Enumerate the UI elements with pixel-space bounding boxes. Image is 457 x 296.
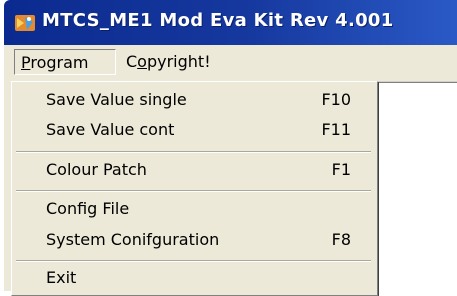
menu-program[interactable]: Program [14,49,116,75]
menu-copyright[interactable]: Copyright! [120,49,240,75]
menu-copyright-rest: pyright! [146,52,211,71]
menu-item-system-configuration[interactable]: System Conifguration F8 [14,227,373,253]
menu-program-accel: P [21,53,31,72]
menu-item-shortcut: F11 [321,120,351,139]
menu-item-label: Exit [46,268,77,287]
menu-item-save-value-single[interactable]: Save Value single F10 [14,87,373,113]
menu-copyright-accel: o [137,52,147,71]
window-frame [4,81,11,291]
menu-item-label: Save Value single [46,90,187,109]
menu-item-exit[interactable]: Exit [14,265,373,291]
title-bar[interactable]: MTCS_ME1 Mod Eva Kit Rev 4.001 [4,0,457,45]
menu-item-label: Colour Patch [46,160,147,179]
menu-item-label: Save Value cont [46,120,175,139]
menu-copyright-pre: C [126,52,138,71]
menu-separator [16,260,371,262]
menu-item-shortcut: F1 [331,160,351,179]
menu-item-label: System Conifguration [46,230,220,249]
program-dropdown-menu: Save Value single F10 Save Value cont F1… [11,81,378,296]
menu-separator [16,190,371,192]
menu-bar: Program Copyright! [4,45,457,82]
client-area [378,83,457,291]
menu-item-save-value-cont[interactable]: Save Value cont F11 [14,117,373,143]
app-icon [15,15,35,31]
window-title: MTCS_ME1 Mod Eva Kit Rev 4.001 [42,10,394,31]
menu-item-colour-patch[interactable]: Colour Patch F1 [14,157,373,183]
menu-item-shortcut: F10 [321,90,351,109]
menu-separator [16,151,371,153]
menu-item-config-file[interactable]: Config File [14,196,373,222]
menu-item-label: Config File [46,199,130,218]
menu-item-shortcut: F8 [331,230,351,249]
menu-program-rest: rogram [30,53,89,72]
